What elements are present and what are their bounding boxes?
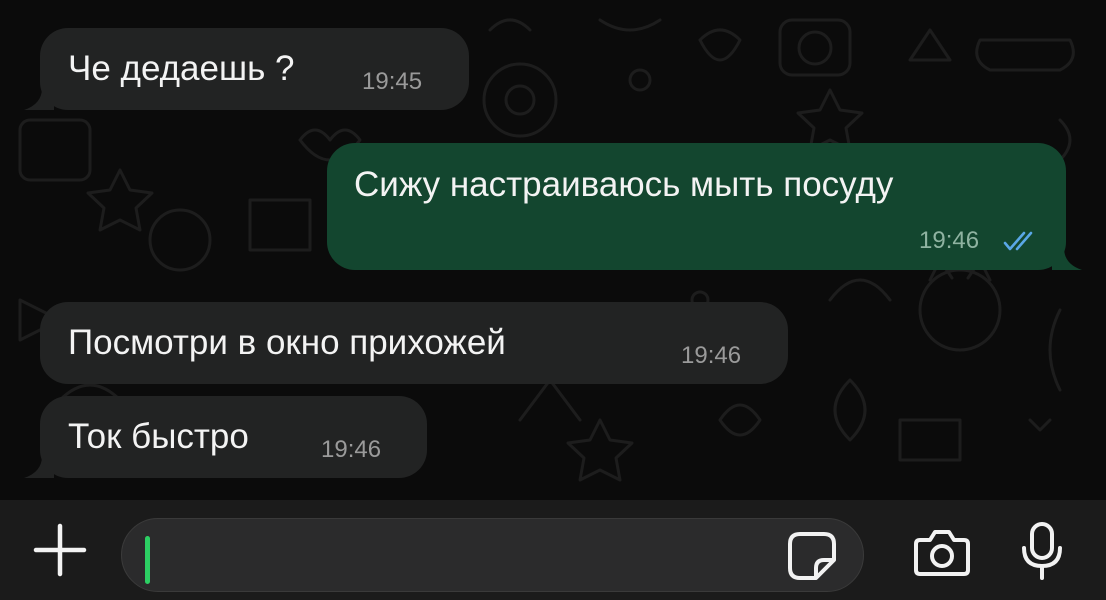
camera-icon[interactable] — [912, 526, 972, 578]
message-input[interactable] — [121, 518, 864, 592]
message-bubble-incoming[interactable]: Посмотри в окно прихожей 19:46 — [40, 302, 788, 384]
message-text: Че дедаешь ? — [68, 49, 295, 88]
message-time: 19:46 — [321, 436, 382, 463]
message-bubble-incoming[interactable]: Че дедаешь ? 19:45 — [40, 28, 469, 110]
message-text: Ток быстро — [68, 417, 249, 456]
message-time: 19:45 — [362, 68, 423, 95]
message-bubble-outgoing[interactable]: Сижу настраиваюсь мыть посуду 19:46 — [327, 143, 1066, 270]
microphone-icon[interactable] — [1020, 520, 1064, 584]
message-input-bar — [0, 500, 1106, 600]
message-time: 19:46 — [919, 227, 980, 254]
bubble-tail — [24, 456, 54, 478]
plus-icon[interactable] — [32, 522, 88, 578]
bubble-tail — [24, 88, 54, 110]
message-text: Сижу настраиваюсь мыть посуду — [354, 165, 894, 204]
message-text: Посмотри в окно прихожей — [68, 323, 506, 362]
message-time: 19:46 — [681, 342, 742, 369]
bubble-tail — [1052, 248, 1082, 270]
sticker-icon[interactable] — [786, 530, 838, 582]
read-checkmarks-icon — [1003, 231, 1033, 251]
message-bubble-incoming[interactable]: Ток быстро 19:46 — [40, 396, 427, 478]
chat-screen: Че дедаешь ? 19:45 Сижу настраиваюсь мыт… — [0, 0, 1106, 600]
